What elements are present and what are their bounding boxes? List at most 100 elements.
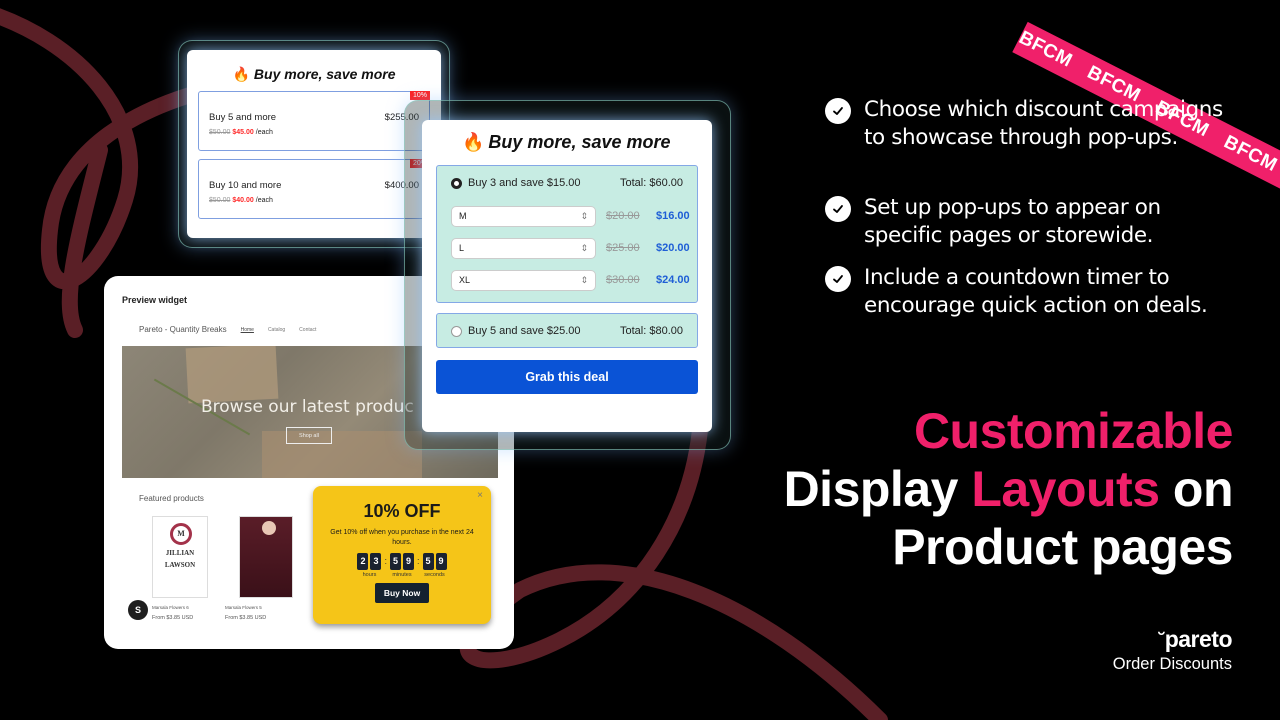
feature-item: Include a countdown timer to encourage q… (825, 264, 1234, 320)
headline-line: Customizable (913, 403, 1234, 459)
featured-products-heading: Featured products (139, 494, 204, 503)
timer-separator: : (417, 556, 420, 566)
buy-now-button[interactable]: Buy Now (374, 583, 430, 603)
timer-hours: 2 3 hours (356, 553, 382, 578)
headline-word: Display (783, 461, 972, 517)
monogram: M (170, 523, 192, 545)
old-price: $20.00 (606, 210, 640, 222)
product-image[interactable] (239, 516, 293, 598)
chevron-updown-icon: ⇕ (580, 274, 588, 285)
tier-option[interactable]: 20% Buy 10 and more $400.00 $50.00 $40.0… (198, 159, 430, 219)
product-name: Order Discounts (1112, 655, 1232, 673)
size-value: L (459, 243, 465, 253)
discount-popup: × 10% OFF Get 10% off when you purchase … (313, 486, 491, 624)
bundle-discount-widget: 🔥 Buy more, save more Buy 3 and save $15.… (422, 120, 712, 432)
timer-separator: : (384, 556, 387, 566)
timer-label: seconds (424, 572, 445, 578)
chevron-updown-icon: ⇕ (580, 242, 588, 253)
size-value: XL (459, 275, 471, 285)
timer-digit: 5 (390, 553, 401, 570)
shopify-icon[interactable]: S (128, 600, 148, 620)
pareto-logo: ˘pareto (1113, 626, 1233, 653)
unit-label: /each (255, 129, 273, 136)
nav-home[interactable]: Home (241, 327, 254, 333)
option-label: Buy 3 and save $15.00 (468, 177, 581, 189)
check-circle-icon (825, 266, 851, 292)
product-name[interactable]: Marsala Flowers 6 (152, 605, 189, 610)
invite-name: LAWSON (164, 561, 196, 569)
feature-text: Set up pop-ups to appear on specific pag… (864, 195, 1161, 248)
widget-title-text: Buy more, save more (253, 66, 396, 82)
product-name[interactable]: Marsala Flowers 5 (225, 605, 262, 610)
hero-paper-decoration (185, 346, 279, 404)
product-price: From $3.85 USD (152, 615, 194, 621)
close-icon[interactable]: × (477, 490, 483, 501)
widget-title-text: Buy more, save more (488, 132, 671, 152)
main-headline: Customizable Display Layouts on Product … (783, 402, 1234, 576)
nav-catalog[interactable]: Catalog (268, 327, 285, 333)
old-price: $25.00 (606, 242, 640, 254)
flower-decoration (262, 521, 276, 535)
invite-name: JILLIAN (165, 549, 195, 557)
radio-unselected[interactable] (451, 325, 462, 337)
shop-all-button[interactable]: Shop all (286, 427, 332, 444)
nav-contact[interactable]: Contact (299, 327, 316, 333)
fire-icon: 🔥 (232, 66, 250, 82)
tier-option[interactable]: 10% Buy 5 and more $255.00 $50.00 $45.00… (198, 91, 430, 151)
tier-label: Buy 10 and more (209, 180, 282, 191)
product-image[interactable]: M JILLIAN LAWSON (152, 516, 208, 598)
timer-minutes: 5 9 minutes (389, 553, 415, 578)
new-price: $24.00 (656, 274, 690, 286)
timer-label: hours (362, 572, 377, 578)
size-select[interactable]: XL ⇕ (451, 269, 596, 291)
size-select[interactable]: M ⇕ (451, 205, 596, 227)
size-select[interactable]: L ⇕ (451, 237, 596, 259)
feature-text: Include a countdown timer to encourage q… (864, 265, 1208, 318)
timer-digit: 9 (435, 553, 447, 570)
widget-title: 🔥 Buy more, save more (462, 132, 712, 153)
new-price: $20.00 (656, 242, 690, 254)
timer-digit: 9 (403, 553, 414, 570)
option-label: Buy 5 and save $25.00 (468, 325, 581, 337)
radio-selected[interactable] (451, 177, 462, 189)
hero-heading: Browse our latest produc (201, 397, 414, 417)
headline-word-accent: Layouts (971, 461, 1160, 517)
tier-discount-widget: 🔥 Buy more, save more 10% Buy 5 and more … (187, 50, 441, 238)
headline-word: on (1159, 461, 1234, 517)
size-value: M (459, 211, 467, 221)
new-price: $45.00 (232, 129, 254, 136)
old-price: $50.00 (209, 129, 231, 136)
old-price: $30.00 (606, 274, 640, 286)
timer-digit: 2 (357, 553, 369, 570)
new-price: $40.00 (232, 197, 254, 204)
popup-headline: 10% OFF (363, 501, 441, 521)
grab-deal-button[interactable]: Grab this deal (436, 360, 698, 394)
store-name[interactable]: Pareto - Quantity Breaks (139, 325, 227, 334)
product-price: From $3.85 USD (225, 615, 267, 621)
logo-text: pareto (1164, 626, 1233, 652)
feature-text: Choose which discount campaigns to showc… (864, 97, 1223, 150)
bundle-option[interactable]: Buy 5 and save $25.00 Total: $80.00 (436, 313, 698, 348)
tier-label: Buy 5 and more (209, 112, 277, 123)
option-total: Total: $60.00 (620, 177, 683, 189)
new-price: $16.00 (656, 210, 690, 222)
variant-row: M ⇕ $20.00 $16.00 (437, 200, 697, 232)
bundle-option[interactable]: Buy 3 and save $15.00 Total: $60.00 M ⇕ … (436, 165, 698, 303)
store-header: Pareto - Quantity Breaks Home Catalog Co… (139, 325, 316, 334)
countdown-timer: 2 3 hours : 5 9 minutes : 5 9 seconds (313, 553, 491, 578)
option-total: Total: $80.00 (620, 325, 683, 337)
variant-row: XL ⇕ $30.00 $24.00 (437, 264, 697, 296)
preview-title: Preview widget (122, 295, 188, 305)
check-circle-icon (825, 98, 851, 124)
check-circle-icon (825, 196, 851, 222)
timer-digit: 5 (422, 553, 434, 570)
variant-row: L ⇕ $25.00 $20.00 (437, 232, 697, 264)
timer-seconds: 5 9 seconds (422, 553, 448, 578)
fire-icon: 🔥 (462, 132, 485, 152)
feature-item: Set up pop-ups to appear on specific pag… (825, 194, 1234, 250)
unit-label: /each (255, 197, 273, 204)
brand-block: ˘pareto Order Discounts (1112, 626, 1233, 674)
headline-line: Product pages (892, 519, 1233, 575)
chevron-updown-icon: ⇕ (580, 210, 588, 221)
timer-digit: 3 (370, 553, 382, 570)
